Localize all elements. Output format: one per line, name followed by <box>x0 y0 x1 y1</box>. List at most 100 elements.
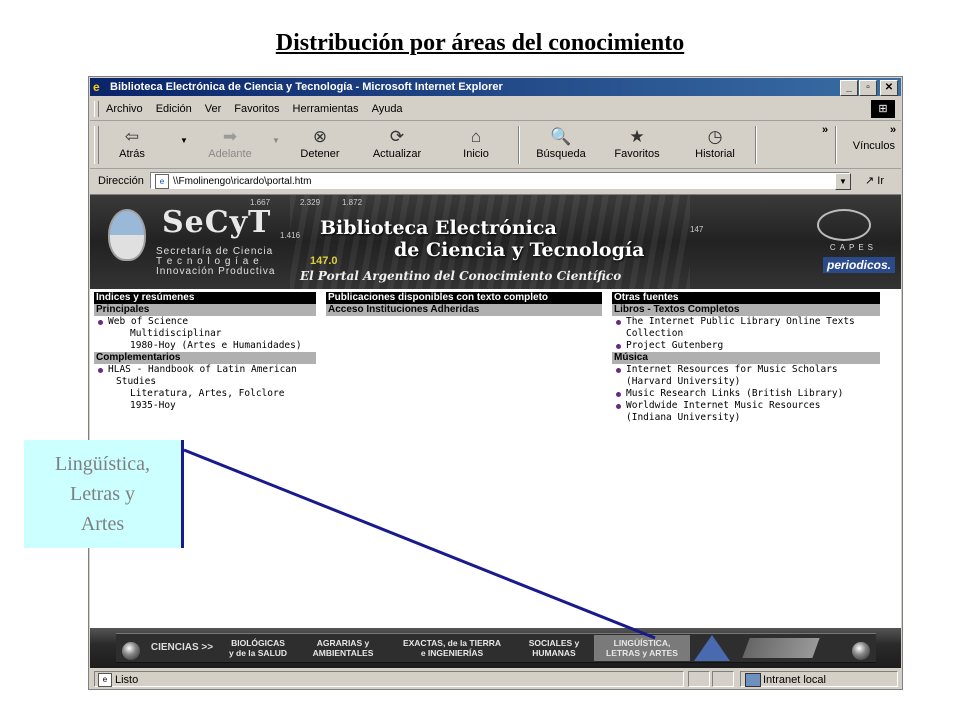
window-titlebar[interactable]: e Biblioteca Electrónica de Ciencia y Te… <box>90 78 901 96</box>
address-dropdown-button[interactable]: ▼ <box>835 173 851 190</box>
other-sources-column: Otras fuentes Libros - Textos Completos … <box>612 292 880 424</box>
list-item[interactable]: Music Research Links (British Library) <box>612 388 880 400</box>
favorites-button[interactable]: ★ Favoritos <box>602 126 672 166</box>
status-text-area: e Listo <box>94 671 684 687</box>
window-title: Biblioteca Electrónica de Ciencia y Tecn… <box>110 81 503 93</box>
maximize-button[interactable]: ▫ <box>859 80 877 96</box>
go-button[interactable]: ↗ Ir <box>865 170 884 192</box>
bullet-icon <box>616 392 621 397</box>
page-content: SeCyT Secretaría de Ciencia T e c n o l … <box>90 194 901 668</box>
windows-logo-icon: ⊞ <box>871 100 895 118</box>
forward-arrow-icon: ➡ <box>222 127 238 146</box>
forward-dropdown-arrow[interactable]: ▼ <box>272 136 280 145</box>
menubar-grip[interactable] <box>94 101 99 117</box>
standard-toolbar: ⇦ Atrás ▼ ➡ Adelante ▼ ⊗ Detener ⟳ Actua… <box>90 122 901 169</box>
subsection-header[interactable]: Acceso Instituciones Adheridas <box>326 304 602 316</box>
back-button[interactable]: ⇦ Atrás <box>104 126 160 166</box>
nav-sociales[interactable]: SOCIALES y HUMANAS <box>518 635 590 661</box>
nav-ball-icon <box>852 642 870 660</box>
periodicos-badge[interactable]: periodicos. <box>822 257 895 273</box>
links-chevron[interactable]: » <box>890 124 896 136</box>
list-item[interactable]: Web of Science Multidisciplinar 1980-Hoy… <box>94 316 316 352</box>
menu-bar: Archivo Edición Ver Favoritos Herramient… <box>90 98 901 121</box>
search-button[interactable]: 🔍 Búsqueda <box>526 126 596 166</box>
nav-triangle-icon <box>694 635 730 661</box>
menu-edicion[interactable]: Edición <box>156 98 192 120</box>
bullet-icon <box>98 368 103 373</box>
history-icon: ◷ <box>707 127 723 146</box>
list-item[interactable]: Project Gutenberg <box>612 340 880 352</box>
subsection-header: Principales <box>94 304 316 316</box>
menu-ayuda[interactable]: Ayuda <box>372 98 403 120</box>
list-item[interactable]: HLAS - Handbook of Latin American Studie… <box>94 364 316 412</box>
bullet-icon <box>616 368 621 373</box>
forward-button[interactable]: ➡ Adelante <box>198 126 262 166</box>
subsection-header: Libros - Textos Completos <box>612 304 880 316</box>
refresh-button[interactable]: ⟳ Actualizar <box>360 126 434 166</box>
security-zone: Intranet local <box>740 671 898 687</box>
portal-banner: SeCyT Secretaría de Ciencia T e c n o l … <box>90 195 901 289</box>
ie-logo-icon: e <box>93 80 100 94</box>
menu-ver[interactable]: Ver <box>205 98 222 120</box>
home-icon: ⌂ <box>470 127 482 146</box>
stop-button[interactable]: ⊗ Detener <box>288 126 352 166</box>
list-item[interactable]: The Internet Public Library Online Texts… <box>612 316 880 340</box>
history-button[interactable]: ◷ Historial <box>680 126 750 166</box>
subsection-header: Música <box>612 352 880 364</box>
toolbar-chevron[interactable]: » <box>822 124 828 136</box>
section-header: Publicaciones disponibles con texto comp… <box>326 292 602 304</box>
intranet-zone-icon <box>745 673 761 687</box>
nav-exactas[interactable]: EXACTAS, de la TIERRA e INGENIERÍAS <box>390 635 514 661</box>
argentina-shield-icon <box>108 209 146 261</box>
section-header: Otras fuentes <box>612 292 880 304</box>
toolbar-separator <box>518 126 520 164</box>
list-item[interactable]: Internet Resources for Music Scholars (H… <box>612 364 880 388</box>
menu-herramientas[interactable]: Herramientas <box>293 98 359 120</box>
nav-ball-icon <box>122 642 140 660</box>
subsection-header: Complementarios <box>94 352 316 364</box>
address-input[interactable]: e \\Fmolinengo\ricardo\portal.htm <box>150 172 850 189</box>
home-button[interactable]: ⌂ Inicio <box>444 126 508 166</box>
toolbar-grip[interactable] <box>94 126 99 164</box>
toolbar-separator <box>835 126 837 164</box>
status-bar: e Listo Intranet local <box>90 670 901 689</box>
close-button[interactable]: ✕ <box>880 80 898 96</box>
library-title: Biblioteca Electrónica de Ciencia y Tecn… <box>320 217 645 261</box>
address-label: Dirección <box>98 175 144 187</box>
back-arrow-icon: ⇦ <box>124 127 140 146</box>
secyt-subtitle: Secretaría de Ciencia T e c n o l o g í … <box>156 246 276 277</box>
links-label[interactable]: Vínculos <box>853 140 895 152</box>
zone-label: Intranet local <box>763 674 826 686</box>
secyt-logo-text: SeCyT <box>162 205 272 240</box>
section-header: Índices y resúmenes <box>94 292 316 304</box>
nav-biologicas[interactable]: BIOLÓGICAS y de la SALUD <box>220 635 296 661</box>
list-item[interactable]: Worldwide Internet Music Resources (Indi… <box>612 400 880 424</box>
indices-column: Índices y resúmenes Principales Web of S… <box>94 292 316 412</box>
nav-ciencias-label: CIENCIAS >> <box>150 642 214 653</box>
areas-nav-bar: CIENCIAS >> BIOLÓGICAS y de la SALUD AGRA… <box>90 628 901 668</box>
back-dropdown-arrow[interactable]: ▼ <box>180 136 188 145</box>
address-value: \\Fmolinengo\ricardo\portal.htm <box>173 176 312 187</box>
nav-linguistica[interactable]: LINGÜÍSTICA, LETRAS y ARTES <box>594 635 690 661</box>
bullet-icon <box>616 344 621 349</box>
minimize-button[interactable]: _ <box>840 80 858 96</box>
callout-box: Lingüística, Letras y Artes <box>24 440 184 548</box>
browser-window: e Biblioteca Electrónica de Ciencia y Te… <box>88 76 903 690</box>
publications-column: Publicaciones disponibles con texto comp… <box>326 292 602 316</box>
slide-title: Distribución por áreas del conocimiento <box>275 30 685 56</box>
menu-favoritos[interactable]: Favoritos <box>234 98 279 120</box>
refresh-icon: ⟳ <box>389 127 405 146</box>
toolbar-separator <box>755 126 757 164</box>
go-arrow-icon: ↗ <box>865 175 878 187</box>
nav-agrarias[interactable]: AGRARIAS y AMBIENTALES <box>300 635 386 661</box>
library-subtitle: El Portal Argentino del Conocimiento Cie… <box>300 269 622 283</box>
favorites-icon: ★ <box>629 127 645 146</box>
address-bar: Dirección e \\Fmolinengo\ricardo\portal.… <box>90 170 901 192</box>
stop-icon: ⊗ <box>312 127 328 146</box>
search-icon: 🔍 <box>550 127 572 146</box>
page-status-icon: e <box>98 673 112 687</box>
capes-logo-icon <box>817 209 871 241</box>
page-icon: e <box>155 174 169 189</box>
menu-archivo[interactable]: Archivo <box>106 98 143 120</box>
capes-label: CAPES <box>829 243 877 252</box>
